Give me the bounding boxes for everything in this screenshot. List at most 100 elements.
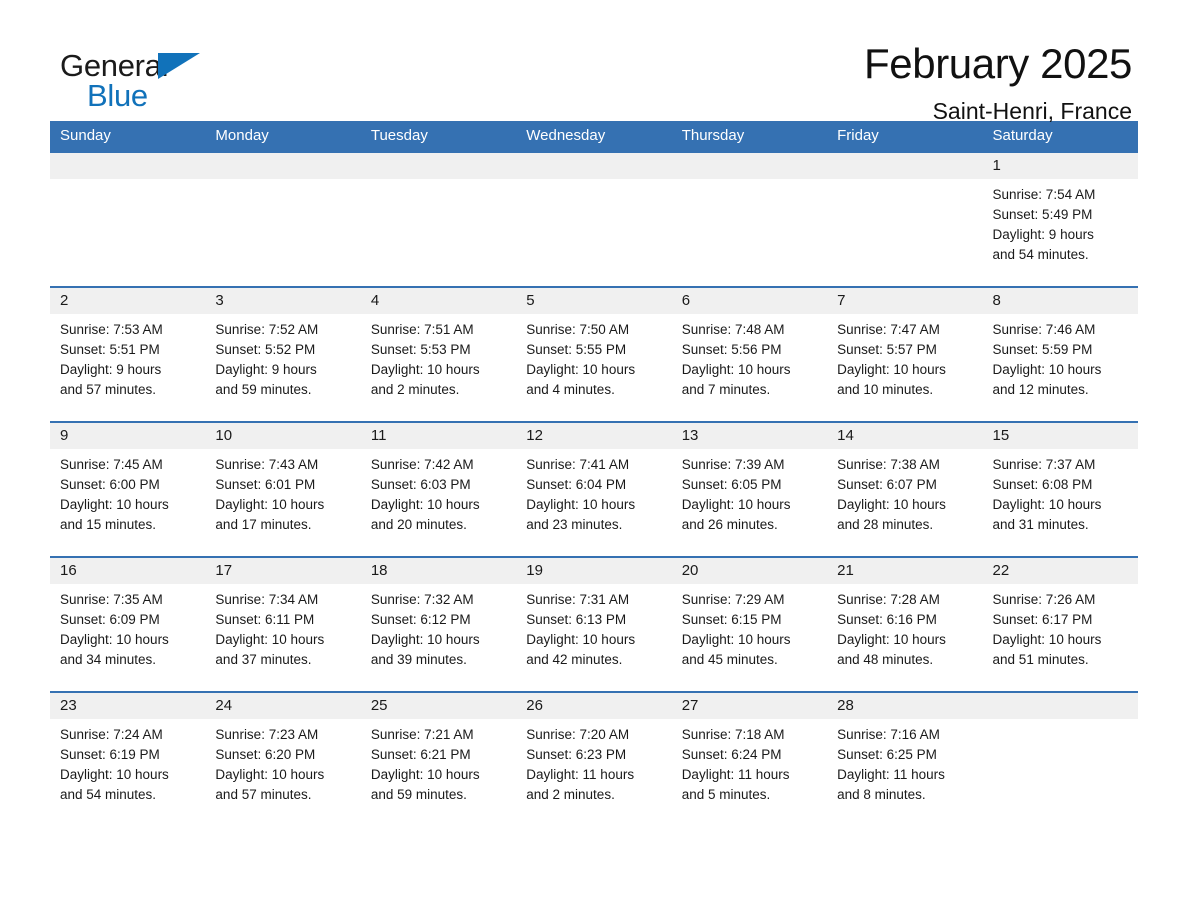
daylight-text: Daylight: 10 hours xyxy=(992,362,1102,377)
logo-text-blue: Blue xyxy=(87,78,148,113)
day-cell[interactable]: 28 Sunrise: 7:16 AM Sunset: 6:25 PM Dayl… xyxy=(827,693,982,811)
day-cell[interactable]: 9 Sunrise: 7:45 AM Sunset: 6:00 PM Dayli… xyxy=(50,423,205,556)
day-cell[interactable]: 27 Sunrise: 7:18 AM Sunset: 6:24 PM Dayl… xyxy=(672,693,827,811)
day-cell[interactable] xyxy=(672,153,827,286)
day-details: Sunrise: 7:43 AM Sunset: 6:01 PM Dayligh… xyxy=(215,455,352,535)
day-cell[interactable]: 13 Sunrise: 7:39 AM Sunset: 6:05 PM Dayl… xyxy=(672,423,827,556)
day-cell[interactable]: 1 Sunrise: 7:54 AM Sunset: 5:49 PM Dayli… xyxy=(983,153,1138,286)
sunset-text: Sunset: 6:05 PM xyxy=(681,477,782,492)
sunrise-text: Sunrise: 7:52 AM xyxy=(215,322,319,337)
daylight-text-cont: and 20 minutes. xyxy=(370,517,467,532)
sunset-text: Sunset: 6:17 PM xyxy=(992,612,1093,627)
day-cell[interactable]: 22 Sunrise: 7:26 AM Sunset: 6:17 PM Dayl… xyxy=(983,558,1138,691)
day-number: 17 xyxy=(215,562,233,579)
sunset-text: Sunset: 6:13 PM xyxy=(526,612,627,627)
daylight-text: Daylight: 10 hours xyxy=(60,497,169,512)
day-cell[interactable]: 23 Sunrise: 7:24 AM Sunset: 6:19 PM Dayl… xyxy=(50,693,205,811)
sunset-text: Sunset: 6:25 PM xyxy=(837,747,937,762)
sunset-text: Sunset: 6:19 PM xyxy=(60,747,160,762)
day-cell[interactable]: 16 Sunrise: 7:35 AM Sunset: 6:09 PM Dayl… xyxy=(50,558,205,691)
daylight-text: Daylight: 10 hours xyxy=(370,767,480,782)
daylight-text: Daylight: 10 hours xyxy=(837,362,946,377)
daylight-text-cont: and 2 minutes. xyxy=(370,382,460,397)
day-number: 23 xyxy=(60,697,77,714)
day-cell[interactable] xyxy=(827,153,982,286)
day-cell[interactable]: 8 Sunrise: 7:46 AM Sunset: 5:59 PM Dayli… xyxy=(983,288,1138,421)
day-number: 9 xyxy=(60,427,69,444)
day-details: Sunrise: 7:24 AM Sunset: 6:19 PM Dayligh… xyxy=(60,725,197,805)
day-cell[interactable]: 12 Sunrise: 7:41 AM Sunset: 6:04 PM Dayl… xyxy=(516,423,671,556)
daylight-text: Daylight: 10 hours xyxy=(526,362,636,377)
daylight-text: Daylight: 10 hours xyxy=(370,632,480,647)
week-row: 23 Sunrise: 7:24 AM Sunset: 6:19 PM Dayl… xyxy=(50,691,1138,811)
sunrise-text: Sunrise: 7:39 AM xyxy=(681,457,785,472)
day-number: 4 xyxy=(370,292,380,309)
sunset-text: Sunset: 5:52 PM xyxy=(215,342,316,357)
day-cell[interactable]: 14 Sunrise: 7:38 AM Sunset: 6:07 PM Dayl… xyxy=(827,423,982,556)
day-cell[interactable]: 2 Sunrise: 7:53 AM Sunset: 5:51 PM Dayli… xyxy=(50,288,205,421)
daylight-text: Daylight: 10 hours xyxy=(370,362,480,377)
sunset-text: Sunset: 6:12 PM xyxy=(370,612,471,627)
daylight-text: Daylight: 11 hours xyxy=(681,767,790,782)
day-cell[interactable] xyxy=(983,693,1138,811)
location-subtitle: Saint-Henri, France xyxy=(932,97,1132,124)
day-details: Sunrise: 7:41 AM Sunset: 6:04 PM Dayligh… xyxy=(526,455,663,535)
day-cell[interactable]: 3 Sunrise: 7:52 AM Sunset: 5:52 PM Dayli… xyxy=(205,288,360,421)
sunrise-text: Sunrise: 7:29 AM xyxy=(681,592,785,607)
day-cell[interactable]: 19 Sunrise: 7:31 AM Sunset: 6:13 PM Dayl… xyxy=(516,558,671,691)
sunset-text: Sunset: 5:49 PM xyxy=(992,207,1093,222)
title-block: February 2025 Saint-Henri, France xyxy=(864,42,1138,123)
day-cell[interactable]: 26 Sunrise: 7:20 AM Sunset: 6:23 PM Dayl… xyxy=(516,693,671,811)
week-row: 1 Sunrise: 7:54 AM Sunset: 5:49 PM Dayli… xyxy=(50,151,1138,286)
day-cell[interactable]: 4 Sunrise: 7:51 AM Sunset: 5:53 PM Dayli… xyxy=(361,288,516,421)
day-cell[interactable] xyxy=(205,153,360,286)
day-cell[interactable]: 15 Sunrise: 7:37 AM Sunset: 6:08 PM Dayl… xyxy=(983,423,1138,556)
day-cell[interactable]: 20 Sunrise: 7:29 AM Sunset: 6:15 PM Dayl… xyxy=(672,558,827,691)
day-number: 3 xyxy=(215,292,224,309)
day-cell[interactable]: 21 Sunrise: 7:28 AM Sunset: 6:16 PM Dayl… xyxy=(827,558,982,691)
day-cell[interactable]: 24 Sunrise: 7:23 AM Sunset: 6:20 PM Dayl… xyxy=(205,693,360,811)
sunrise-text: Sunrise: 7:38 AM xyxy=(837,457,940,472)
daylight-text: Daylight: 11 hours xyxy=(526,767,635,782)
weekday-header-wednesday: Wednesday xyxy=(526,127,606,144)
day-number: 1 xyxy=(992,157,1001,174)
daylight-text-cont: and 31 minutes. xyxy=(992,517,1089,532)
day-cell[interactable] xyxy=(50,153,205,286)
daylight-text: Daylight: 10 hours xyxy=(992,497,1102,512)
daylight-text-cont: and 5 minutes. xyxy=(681,787,771,802)
day-cell[interactable]: 18 Sunrise: 7:32 AM Sunset: 6:12 PM Dayl… xyxy=(361,558,516,691)
daylight-text-cont: and 51 minutes. xyxy=(992,652,1089,667)
day-cell[interactable]: 17 Sunrise: 7:34 AM Sunset: 6:11 PM Dayl… xyxy=(205,558,360,691)
general-blue-logo[interactable]: General Blue xyxy=(60,42,210,114)
day-number: 13 xyxy=(681,427,699,444)
daylight-text-cont: and 10 minutes. xyxy=(837,382,934,397)
day-number: 25 xyxy=(370,697,388,714)
day-details: Sunrise: 7:20 AM Sunset: 6:23 PM Dayligh… xyxy=(526,725,663,805)
day-number: 16 xyxy=(60,562,77,579)
sunset-text: Sunset: 6:11 PM xyxy=(215,612,315,627)
day-details: Sunrise: 7:29 AM Sunset: 6:15 PM Dayligh… xyxy=(682,590,819,670)
day-cell[interactable]: 7 Sunrise: 7:47 AM Sunset: 5:57 PM Dayli… xyxy=(827,288,982,421)
day-cell[interactable] xyxy=(516,153,671,286)
week-row: 16 Sunrise: 7:35 AM Sunset: 6:09 PM Dayl… xyxy=(50,556,1138,691)
day-cell[interactable] xyxy=(361,153,516,286)
daylight-text-cont: and 39 minutes. xyxy=(370,652,467,667)
sunset-text: Sunset: 6:07 PM xyxy=(837,477,937,492)
sunrise-text: Sunrise: 7:20 AM xyxy=(526,727,630,742)
day-cell[interactable]: 6 Sunrise: 7:48 AM Sunset: 5:56 PM Dayli… xyxy=(672,288,827,421)
day-cell[interactable]: 10 Sunrise: 7:43 AM Sunset: 6:01 PM Dayl… xyxy=(205,423,360,556)
day-cell[interactable]: 11 Sunrise: 7:42 AM Sunset: 6:03 PM Dayl… xyxy=(361,423,516,556)
day-cell[interactable]: 5 Sunrise: 7:50 AM Sunset: 5:55 PM Dayli… xyxy=(516,288,671,421)
day-number: 28 xyxy=(837,697,854,714)
sunrise-text: Sunrise: 7:48 AM xyxy=(681,322,785,337)
day-cell[interactable]: 25 Sunrise: 7:21 AM Sunset: 6:21 PM Dayl… xyxy=(361,693,516,811)
sunrise-text: Sunrise: 7:21 AM xyxy=(370,727,474,742)
daylight-text: Daylight: 10 hours xyxy=(215,767,325,782)
daylight-text-cont: and 48 minutes. xyxy=(837,652,934,667)
day-number: 11 xyxy=(370,427,387,444)
daylight-text-cont: and 23 minutes. xyxy=(526,517,623,532)
sunrise-text: Sunrise: 7:46 AM xyxy=(992,322,1096,337)
sunrise-text: Sunrise: 7:42 AM xyxy=(370,457,474,472)
day-number: 7 xyxy=(837,292,846,309)
day-number: 12 xyxy=(526,427,543,444)
